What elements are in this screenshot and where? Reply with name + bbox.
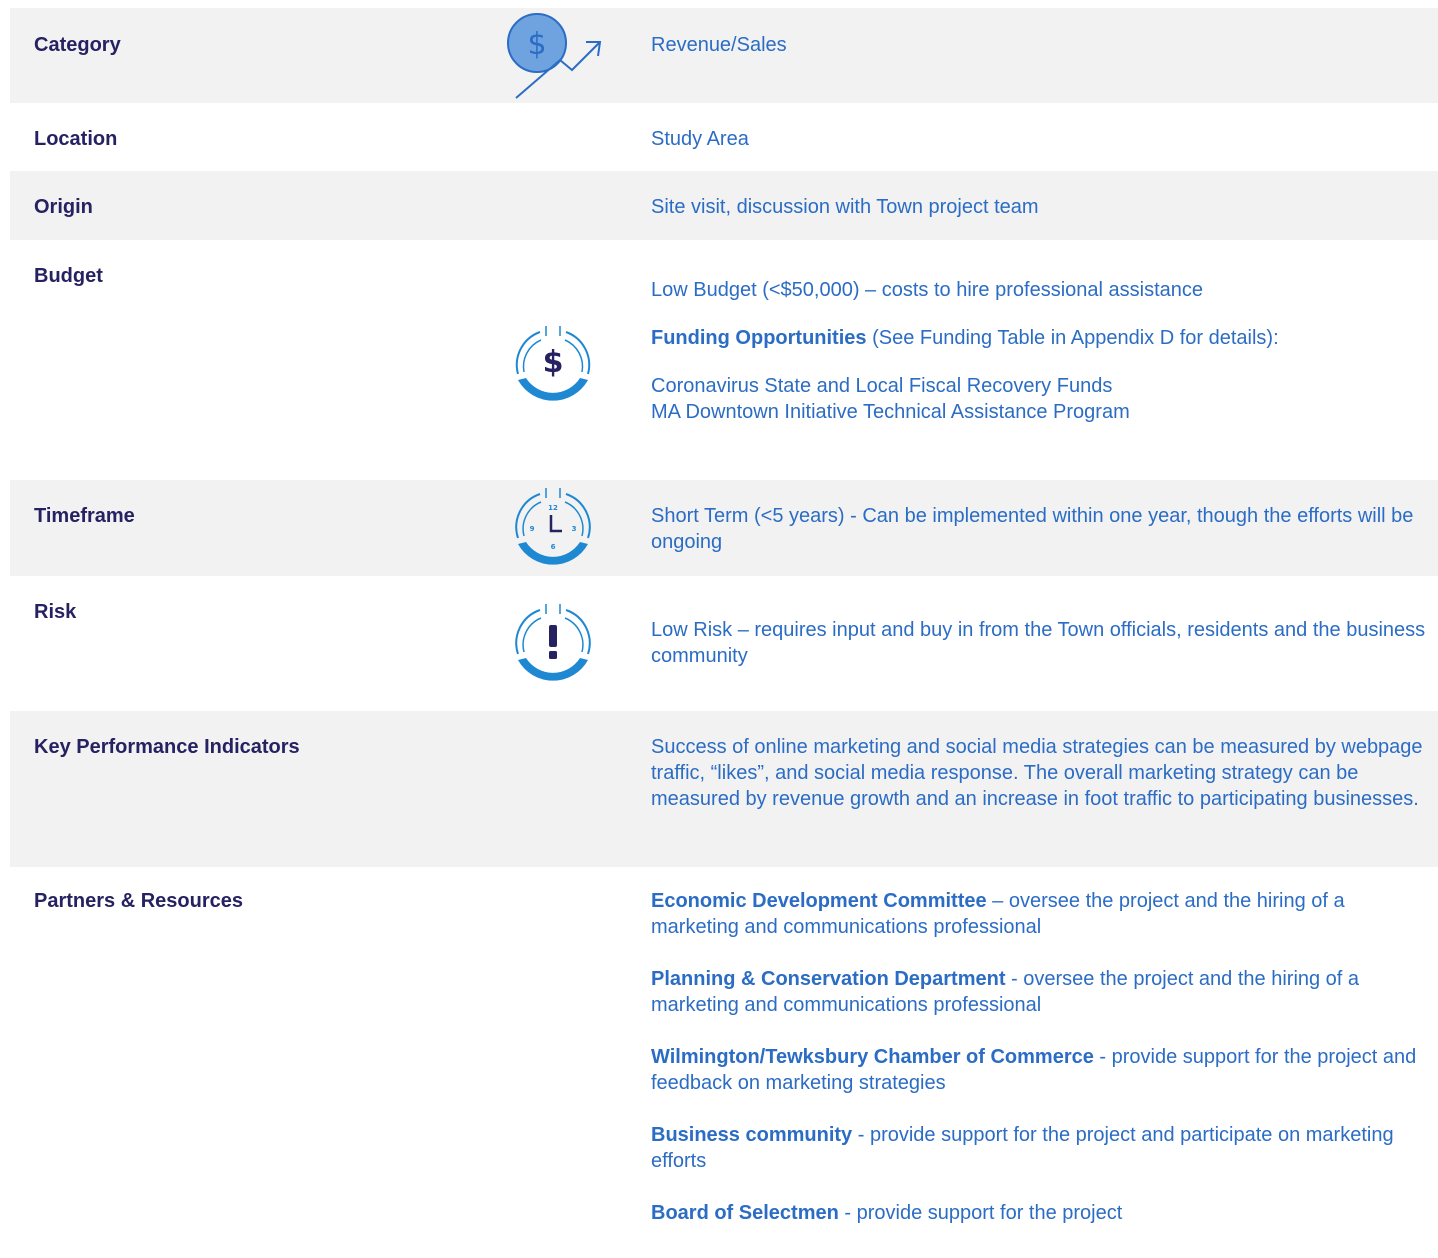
category-label: Category bbox=[34, 34, 121, 56]
location-value: Study Area bbox=[651, 128, 749, 150]
risk-label: Risk bbox=[34, 601, 77, 623]
partner-item: Board of Selectmen - provide support for… bbox=[651, 1200, 1431, 1226]
revenue-growth-icon: $ bbox=[507, 13, 602, 99]
row-location: Location Study Area bbox=[10, 103, 1438, 171]
row-category: Category $ Revenue/Sales bbox=[10, 8, 1438, 103]
budget-label: Budget bbox=[34, 265, 103, 287]
svg-text:3: 3 bbox=[572, 525, 577, 533]
origin-label: Origin bbox=[34, 196, 93, 218]
kpi-label: Key Performance Indicators bbox=[34, 736, 300, 758]
budget-level: Low Budget (<$50,000) – costs to hire pr… bbox=[651, 279, 1203, 301]
partner-name: Wilmington/Tewksbury Chamber of Commerce bbox=[651, 1046, 1094, 1068]
funding-item: MA Downtown Initiative Technical Assista… bbox=[651, 401, 1130, 423]
row-budget: Budget $ Low Budget (<$50,000) – costs t… bbox=[10, 240, 1438, 480]
origin-value: Site visit, discussion with Town project… bbox=[651, 196, 1039, 218]
partner-name: Economic Development Committee bbox=[651, 890, 987, 912]
timeframe-value: Short Term (<5 years) - Can be implement… bbox=[651, 505, 1414, 553]
row-timeframe: Timeframe 12 3 6 9 Short Term (<5 years)… bbox=[10, 480, 1438, 576]
svg-text:12: 12 bbox=[548, 504, 558, 512]
svg-text:$: $ bbox=[543, 345, 564, 380]
partner-item: Economic Development Committee – oversee… bbox=[651, 888, 1431, 940]
row-kpi: Key Performance Indicators Success of on… bbox=[10, 711, 1438, 867]
timeframe-clock-gauge-icon: 12 3 6 9 bbox=[515, 488, 591, 565]
partner-item: Business community - provide support for… bbox=[651, 1122, 1431, 1174]
partner-name: Planning & Conservation Department bbox=[651, 968, 1006, 990]
row-partners: Partners & Resources Economic Developmen… bbox=[10, 867, 1438, 1258]
budget-dollar-gauge-icon: $ bbox=[515, 326, 591, 401]
location-label: Location bbox=[34, 128, 118, 150]
svg-text:6: 6 bbox=[551, 543, 556, 551]
risk-exclamation-gauge-icon bbox=[515, 604, 591, 681]
partner-name: Board of Selectmen bbox=[651, 1202, 839, 1224]
row-risk: Risk Low Risk – requires input and buy i… bbox=[10, 576, 1438, 711]
kpi-value: Success of online marketing and social m… bbox=[651, 736, 1423, 810]
partner-desc: - provide support for the project bbox=[838, 1202, 1123, 1224]
partner-item: Planning & Conservation Department - ove… bbox=[651, 966, 1431, 1018]
funding-item: Coronavirus State and Local Fiscal Recov… bbox=[651, 375, 1113, 397]
budget-value: Low Budget (<$50,000) – costs to hire pr… bbox=[651, 277, 1431, 425]
row-origin: Origin Site visit, discussion with Town … bbox=[10, 171, 1438, 240]
timeframe-label: Timeframe bbox=[34, 505, 135, 527]
svg-text:$: $ bbox=[527, 27, 546, 62]
risk-value: Low Risk – requires input and buy in fro… bbox=[651, 619, 1426, 667]
funding-note: (See Funding Table in Appendix D for det… bbox=[866, 327, 1279, 349]
partners-list: Economic Development Committee – oversee… bbox=[651, 888, 1431, 1226]
partner-item: Wilmington/Tewksbury Chamber of Commerce… bbox=[651, 1044, 1431, 1096]
partner-name: Business community bbox=[651, 1124, 853, 1146]
funding-heading: Funding Opportunities bbox=[651, 327, 867, 349]
category-value: Revenue/Sales bbox=[651, 34, 787, 56]
svg-text:9: 9 bbox=[530, 525, 535, 533]
funding-opportunities: Funding Opportunities (See Funding Table… bbox=[651, 325, 1431, 351]
partners-label: Partners & Resources bbox=[34, 890, 243, 912]
